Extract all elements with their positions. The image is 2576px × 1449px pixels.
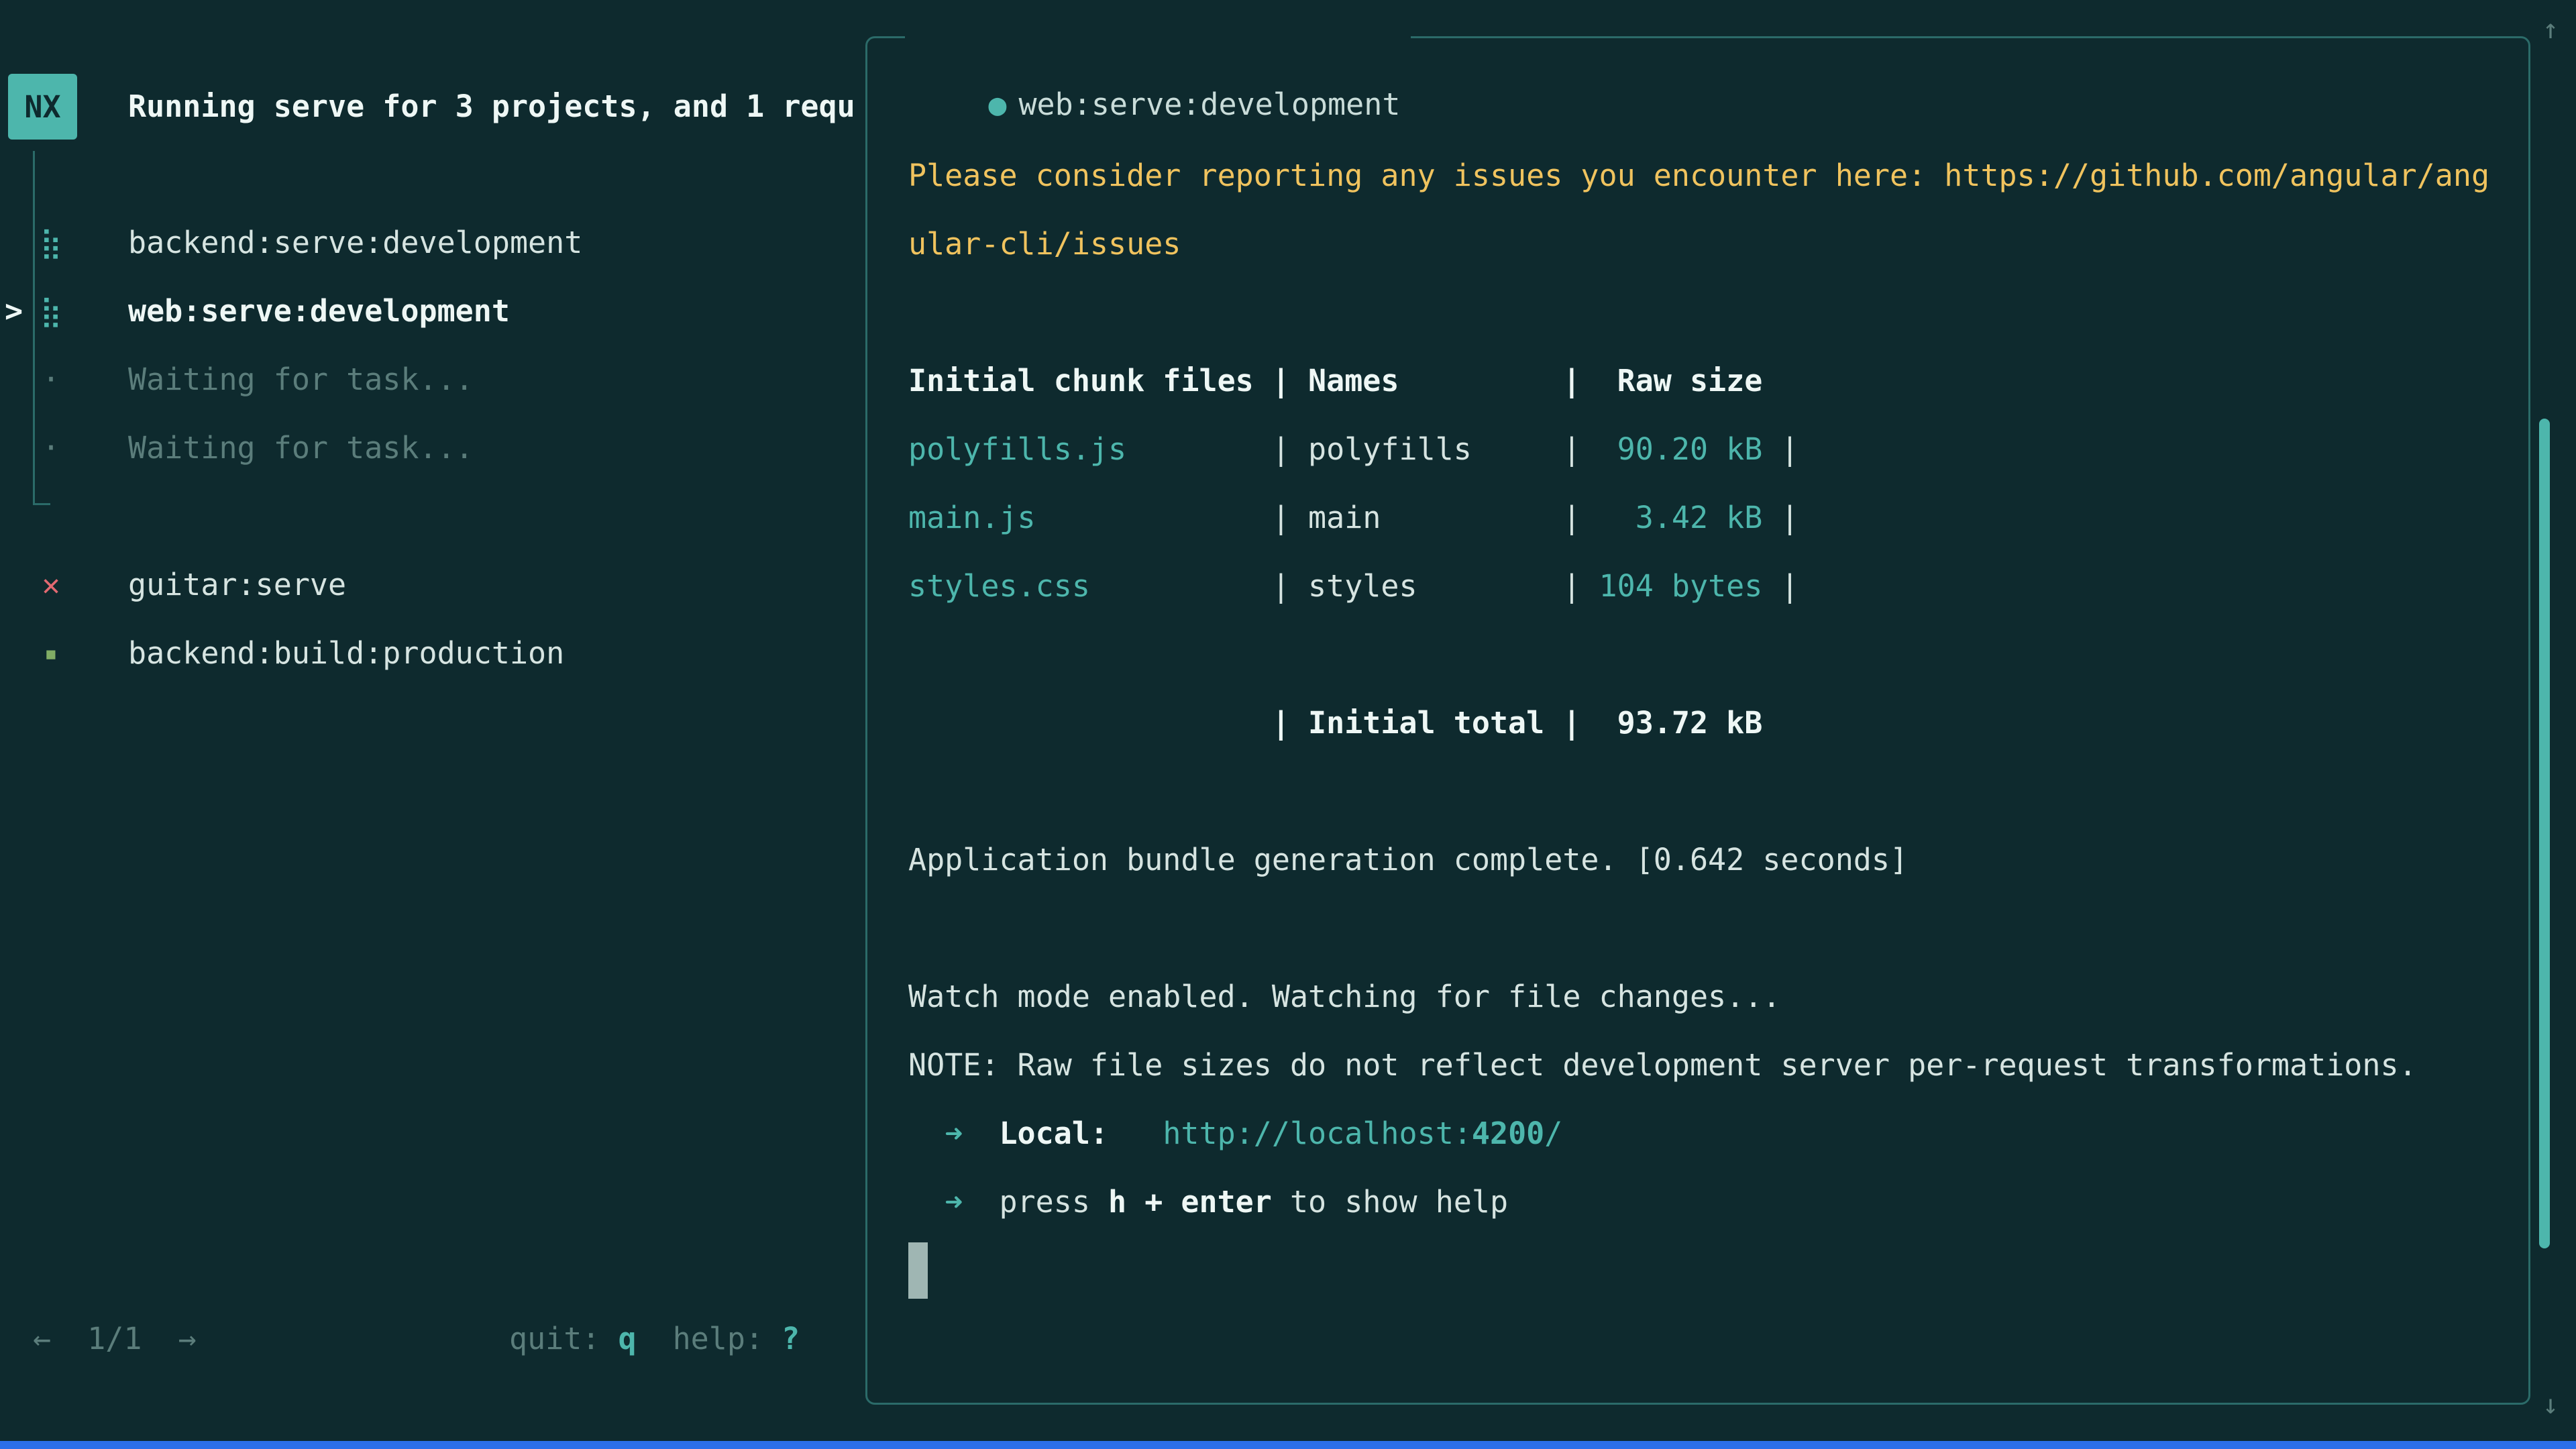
text-segment [963, 1116, 999, 1151]
task-output-panel: ● web:serve:development Please consider r… [865, 36, 2530, 1405]
task-label: backend:build:production [128, 619, 564, 688]
local-url-link[interactable]: / [1544, 1116, 1562, 1151]
output-line: | Initial total | 93.72 kB [908, 689, 2508, 757]
panel-output: Please consider reporting any issues you… [908, 142, 2508, 1305]
task-row-guitar-serve[interactable]: ✕ guitar:serve [0, 551, 865, 619]
text-segment: | main | [1036, 500, 1599, 535]
text-segment: polyfills.js [908, 431, 1126, 467]
spinner-icon: ⣷ [35, 277, 67, 345]
arrow-icon: ➜ [945, 1184, 963, 1220]
terminal-cursor [908, 1242, 928, 1299]
help-hint-label: help: [673, 1321, 763, 1356]
help-key: ? [782, 1321, 800, 1356]
task-label: backend:serve:development [128, 209, 582, 277]
output-line [908, 1236, 2508, 1305]
text-segment [908, 1116, 945, 1151]
output-line: polyfills.js | polyfills | 90.20 kB | [908, 415, 2508, 484]
output-line [908, 621, 2508, 689]
output-line: ➜ Local: http://localhost:4200/ [908, 1099, 2508, 1168]
task-row-waiting-2[interactable]: · Waiting for task... [0, 414, 865, 482]
output-line: NOTE: Raw file sizes do not reflect deve… [908, 1031, 2508, 1099]
scroll-down-arrow[interactable]: ↓ [2530, 1371, 2571, 1439]
output-line [908, 278, 2508, 347]
run-summary-title: Running serve for 3 projects, and 1 requ [128, 74, 855, 140]
spinner-icon: ⣷ [35, 209, 67, 277]
output-line: ular-cli/issues [908, 210, 2508, 278]
panel-title: ●web:serve:development [905, 2, 1411, 70]
text-segment: Watch mode enabled. Watching for file ch… [908, 979, 1780, 1014]
selected-caret-icon: > [5, 277, 23, 345]
output-line: Initial chunk files | Names | Raw size [908, 347, 2508, 415]
task-row-backend-serve-development[interactable]: ⣷ backend:serve:development [0, 209, 865, 277]
output-line [908, 894, 2508, 963]
text-segment [963, 1184, 999, 1220]
task-label: Waiting for task... [128, 345, 474, 414]
pagination: ← 1/1 → [33, 1305, 197, 1373]
text-segment: press [999, 1184, 1108, 1220]
arrow-icon: ➜ [945, 1116, 963, 1151]
local-url-link[interactable]: http://localhost: [1163, 1116, 1472, 1151]
nx-logo: NX [8, 74, 77, 140]
text-segment: | [1762, 500, 1799, 535]
quit-hint-label: quit: [509, 1321, 600, 1356]
prev-page-arrow[interactable]: ← [33, 1321, 51, 1356]
status-bullet-icon: ● [988, 87, 1006, 122]
text-segment: | [1762, 431, 1799, 467]
text-segment: | polyfills | [1126, 431, 1599, 467]
bottom-strip [0, 1441, 2576, 1449]
text-segment [1108, 1116, 1163, 1151]
text-segment: Application bundle generation complete. … [908, 842, 1908, 877]
panel-title-text: web:serve:development [1018, 87, 1400, 122]
github-issues-link[interactable]: https://github.com/angular/ang [1944, 158, 2489, 193]
text-segment: Local: [999, 1116, 1108, 1151]
task-row-web-serve-development[interactable]: > ⣷ web:serve:development [0, 277, 865, 345]
text-segment: | styles | [1090, 568, 1599, 604]
text-segment: styles.css [908, 568, 1090, 604]
output-line: Watch mode enabled. Watching for file ch… [908, 963, 2508, 1031]
success-square-icon: ▪ [35, 619, 67, 688]
task-row-waiting-1[interactable]: · Waiting for task... [0, 345, 865, 414]
keyboard-hints: quit: q help:? [509, 1305, 800, 1373]
scroll-up-arrow[interactable]: ↑ [2530, 0, 2571, 64]
output-line: Application bundle generation complete. … [908, 826, 2508, 894]
waiting-dot-icon: · [35, 345, 67, 414]
waiting-dot-icon: · [35, 414, 67, 482]
text-segment: Please consider reporting any issues you… [908, 158, 1944, 193]
task-label: Waiting for task... [128, 414, 474, 482]
output-line: styles.css | styles | 104 bytes | [908, 552, 2508, 621]
task-tree-corner [33, 503, 50, 505]
output-line: Please consider reporting any issues you… [908, 142, 2508, 210]
task-row-backend-build-production[interactable]: ▪ backend:build:production [0, 619, 865, 688]
text-segment: 90.20 kB [1599, 431, 1763, 467]
text-segment: main.js [908, 500, 1036, 535]
task-label: web:serve:development [128, 277, 510, 345]
text-segment: Initial chunk files | Names | Raw size [908, 363, 1762, 398]
scrollbar-thumb[interactable] [2539, 419, 2550, 1248]
failed-cross-icon: ✕ [35, 551, 67, 619]
github-issues-link[interactable]: ular-cli/issues [908, 226, 1181, 262]
output-line: ➜ press h + enter to show help [908, 1168, 2508, 1236]
next-page-arrow[interactable]: → [178, 1321, 197, 1356]
text-segment: 104 bytes [1599, 568, 1763, 604]
page-indicator: 1/1 [87, 1321, 142, 1356]
text-segment [908, 1184, 945, 1220]
text-segment: | Initial total | 93.72 kB [908, 705, 1762, 741]
text-segment: | [1762, 568, 1799, 604]
quit-key: q [618, 1321, 636, 1356]
output-line [908, 757, 2508, 826]
task-list-panel: NX Running serve for 3 projects, and 1 r… [0, 0, 865, 1449]
text-segment: h + enter [1108, 1184, 1272, 1220]
text-segment: 3.42 kB [1599, 500, 1763, 535]
task-label: guitar:serve [128, 551, 346, 619]
text-segment: to show help [1272, 1184, 1508, 1220]
local-url-port[interactable]: 4200 [1472, 1116, 1544, 1151]
text-segment: NOTE: Raw file sizes do not reflect deve… [908, 1047, 2417, 1083]
output-line: main.js | main | 3.42 kB | [908, 484, 2508, 552]
